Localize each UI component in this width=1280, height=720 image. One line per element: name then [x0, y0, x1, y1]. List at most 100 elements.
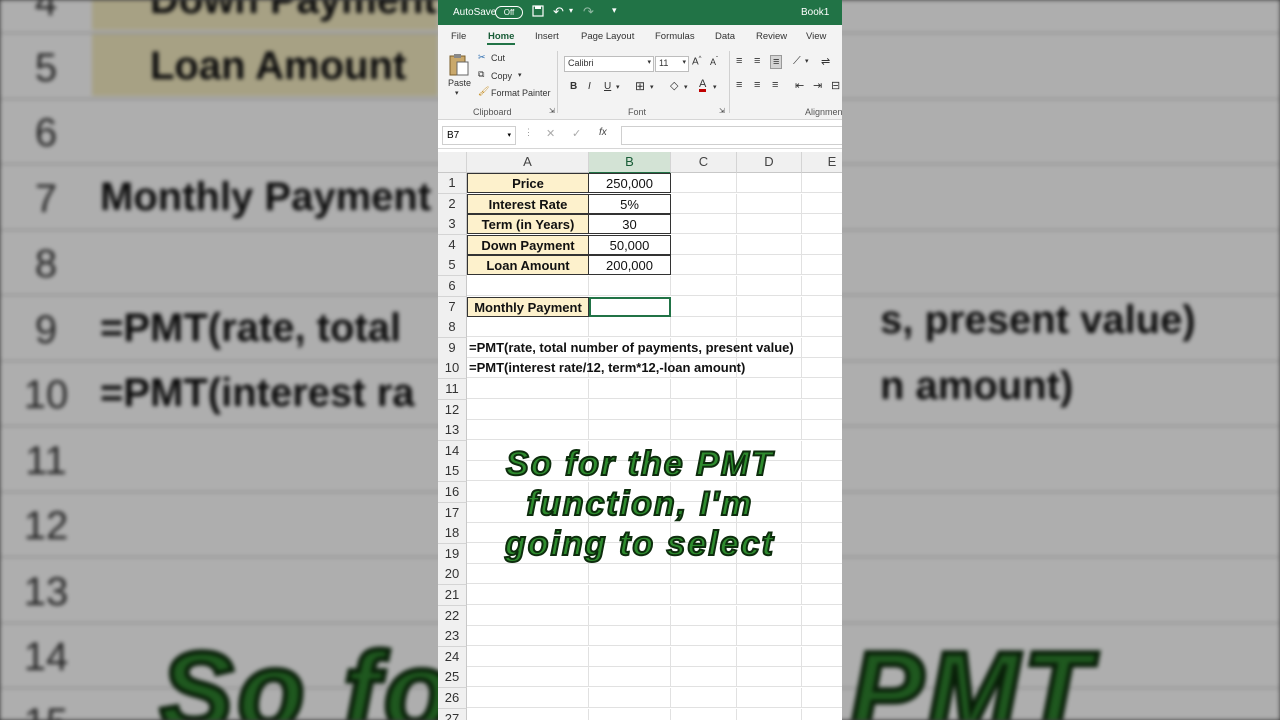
borders-icon[interactable]: ⊞ — [635, 79, 645, 93]
paste-label[interactable]: Paste — [448, 78, 471, 88]
cell[interactable] — [467, 276, 589, 296]
cell[interactable] — [589, 399, 671, 420]
value-cell[interactable]: 250,000 — [589, 173, 671, 193]
cell[interactable] — [671, 605, 737, 626]
formula-input[interactable] — [621, 126, 842, 145]
cell[interactable] — [589, 276, 671, 296]
cell[interactable] — [802, 235, 842, 255]
copy-dropdown-icon[interactable]: ▾ — [518, 71, 522, 79]
row-number[interactable]: 23 — [438, 626, 467, 648]
cell[interactable] — [671, 379, 737, 399]
autosave-toggle[interactable]: Off — [495, 6, 523, 19]
cell[interactable] — [467, 667, 589, 688]
row-number[interactable]: 13 — [438, 420, 467, 442]
cut-icon[interactable]: ✂ — [478, 52, 486, 63]
align-top-icon[interactable]: ≡ — [736, 55, 742, 67]
cell[interactable] — [671, 214, 737, 235]
tab-file[interactable]: File — [451, 31, 466, 42]
row-number[interactable]: 2 — [438, 193, 467, 215]
font-launcher-icon[interactable]: ⇲ — [719, 107, 725, 115]
cell[interactable] — [671, 646, 737, 667]
cell[interactable] — [589, 585, 671, 605]
row-number[interactable]: 7 — [438, 296, 467, 318]
cancel-entry-icon[interactable]: ✕ — [546, 127, 555, 140]
cell[interactable] — [467, 317, 589, 338]
font-color-icon[interactable]: A — [699, 79, 707, 92]
cell[interactable] — [467, 585, 589, 605]
row-number[interactable]: 11 — [438, 379, 467, 400]
format-painter-button[interactable]: Format Painter — [491, 88, 551, 98]
row-number[interactable]: 10 — [438, 358, 467, 380]
cell[interactable] — [737, 255, 802, 276]
cell[interactable] — [671, 255, 737, 276]
tab-formulas[interactable]: Formulas — [655, 31, 695, 42]
cell[interactable] — [802, 626, 842, 647]
cell[interactable] — [802, 173, 842, 193]
cell[interactable] — [737, 317, 802, 338]
cell[interactable] — [589, 688, 671, 708]
row-number[interactable]: 25 — [438, 667, 467, 689]
label-cell[interactable]: Loan Amount — [467, 255, 589, 276]
cell[interactable] — [671, 173, 737, 193]
cell[interactable] — [589, 605, 671, 626]
cell[interactable] — [737, 193, 802, 214]
tab-insert[interactable]: Insert — [535, 31, 559, 42]
merge-center-icon[interactable]: ⊟ — [831, 79, 840, 92]
fill-color-icon[interactable]: ◇ — [670, 79, 678, 92]
align-bottom-icon[interactable]: ≡ — [770, 55, 783, 69]
cell[interactable] — [671, 317, 737, 338]
cell[interactable] — [737, 667, 802, 688]
copy-icon[interactable]: ⧉ — [478, 69, 484, 80]
column-header-c[interactable]: C — [671, 152, 737, 173]
row-number[interactable]: 26 — [438, 688, 467, 709]
cell[interactable] — [737, 234, 802, 255]
cell[interactable] — [802, 297, 842, 317]
cell[interactable] — [589, 379, 671, 399]
label-cell[interactable]: Interest Rate — [467, 193, 589, 214]
orientation-icon[interactable]: ⟋ — [793, 55, 801, 68]
cell[interactable] — [737, 585, 802, 605]
paste-dropdown-icon[interactable]: ▾ — [455, 89, 459, 97]
cell[interactable] — [671, 626, 737, 647]
align-center-icon[interactable]: ≡ — [754, 79, 760, 91]
row-number[interactable]: 22 — [438, 605, 467, 627]
cell[interactable] — [737, 276, 802, 296]
cell[interactable] — [589, 564, 671, 585]
value-cell[interactable]: 5% — [589, 193, 671, 214]
cell[interactable] — [589, 667, 671, 688]
label-cell[interactable]: Term (in Years) — [467, 214, 589, 235]
cell[interactable] — [671, 708, 737, 720]
undo-dropdown-icon[interactable]: ▾ — [569, 6, 573, 15]
tab-view[interactable]: View — [806, 31, 826, 42]
italic-button[interactable]: I — [588, 81, 591, 92]
cell[interactable] — [802, 585, 842, 605]
cell[interactable] — [802, 688, 842, 708]
row-number[interactable]: 8 — [438, 317, 467, 339]
cell[interactable] — [802, 606, 842, 626]
selected-cell[interactable] — [589, 296, 671, 317]
cell[interactable] — [589, 317, 671, 338]
cell[interactable] — [802, 194, 842, 214]
cell[interactable] — [467, 605, 589, 626]
cell[interactable] — [737, 379, 802, 399]
cell[interactable] — [589, 420, 671, 441]
cell[interactable] — [467, 399, 589, 420]
label-cell[interactable]: Down Payment — [467, 234, 589, 255]
font-color-dropdown-icon[interactable]: ▾ — [713, 83, 717, 91]
insert-function-icon[interactable]: fx — [599, 127, 607, 138]
align-left-icon[interactable]: ≡ — [736, 79, 742, 91]
cell[interactable] — [737, 688, 802, 708]
cell[interactable] — [737, 296, 802, 317]
cell[interactable] — [671, 234, 737, 255]
cell[interactable] — [737, 564, 802, 585]
row-number[interactable]: 5 — [438, 255, 467, 277]
value-cell[interactable]: 30 — [589, 214, 671, 235]
underline-button[interactable]: U — [604, 81, 611, 92]
label-cell[interactable]: Monthly Payment — [467, 296, 589, 317]
value-cell[interactable]: 50,000 — [589, 234, 671, 255]
confirm-entry-icon[interactable]: ✓ — [572, 127, 581, 140]
cut-button[interactable]: Cut — [491, 53, 505, 63]
format-painter-icon[interactable]: 🖌 — [478, 86, 489, 97]
cell[interactable] — [671, 667, 737, 688]
font-size-select[interactable]: 11 ▾ — [655, 56, 689, 72]
